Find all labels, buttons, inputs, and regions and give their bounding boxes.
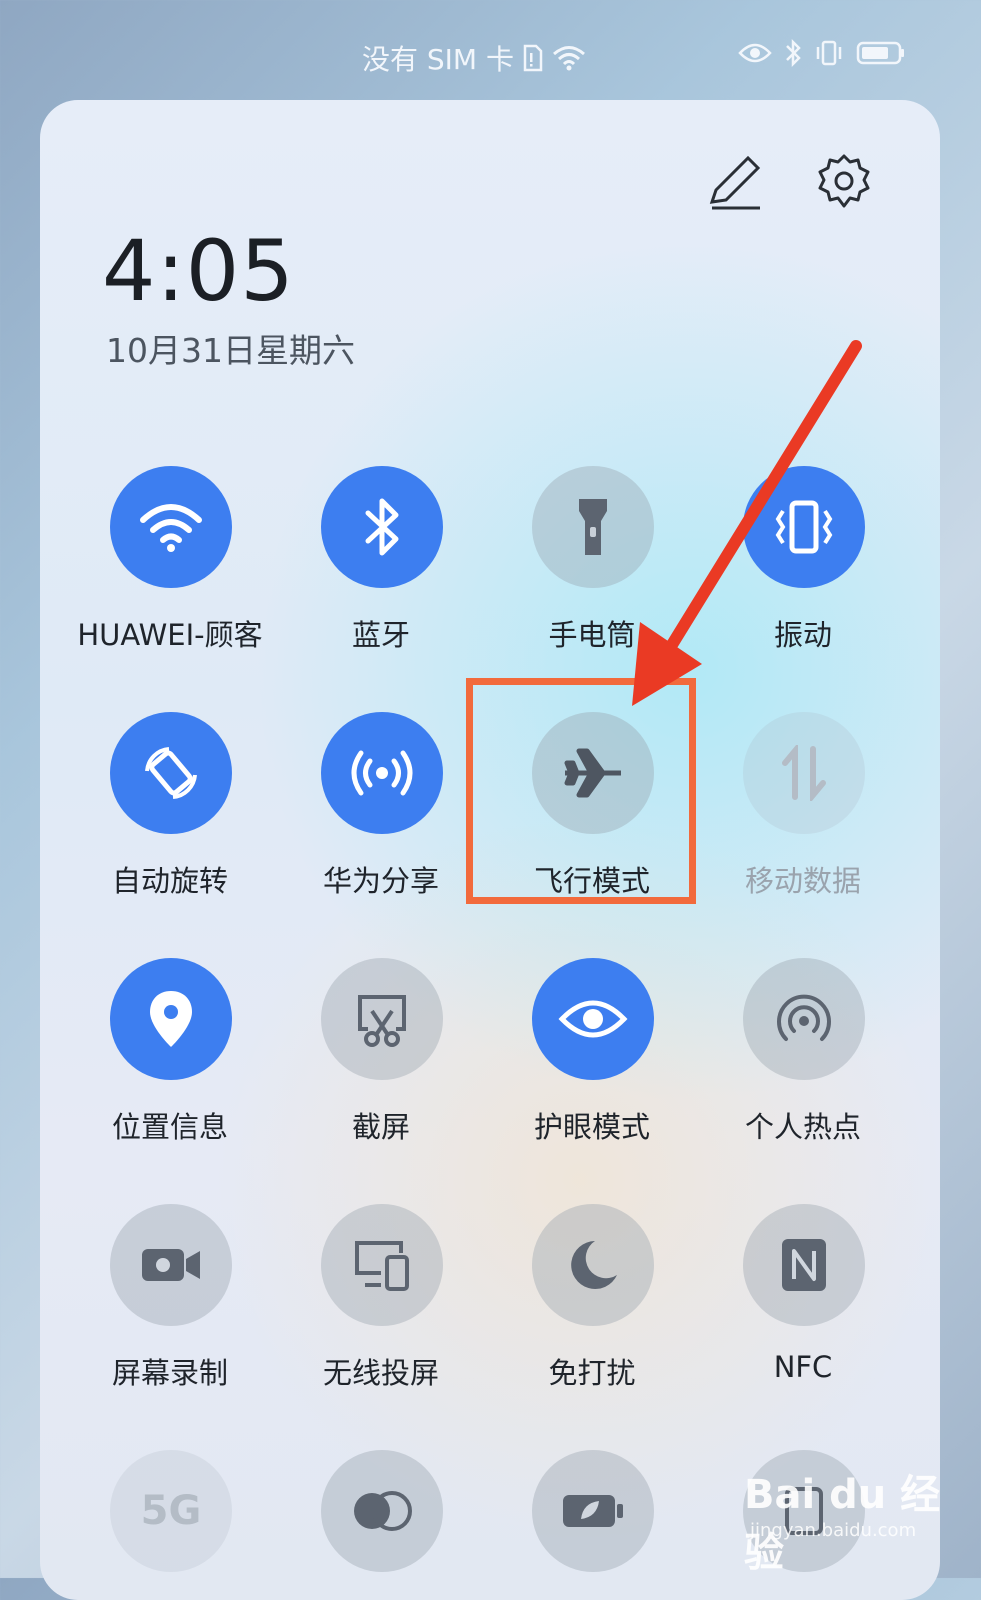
wifi-status-icon	[553, 46, 585, 71]
bluetooth-status-icon	[786, 38, 801, 68]
tile-location[interactable]: 位置信息	[50, 958, 290, 1158]
screen-record-icon	[142, 1249, 200, 1281]
tile-location-circle[interactable]	[110, 958, 232, 1080]
tile-eye-comfort-circle[interactable]	[532, 958, 654, 1080]
eye-comfort-icon	[558, 1000, 628, 1038]
tile-huawei-share-circle[interactable]	[321, 712, 443, 834]
tile-label: 屏幕录制	[111, 1356, 228, 1390]
status-carrier: 没有 SIM 卡	[362, 38, 586, 78]
tile-label: 无线投屏	[322, 1356, 439, 1390]
tile-wifi-circle[interactable]	[110, 466, 232, 588]
vibrate-status-icon	[816, 40, 842, 66]
tile-label: 移动数据	[744, 864, 861, 898]
tile-vibrate[interactable]: 振动	[683, 466, 923, 666]
flashlight-icon	[579, 499, 607, 555]
tile-label: 位置信息	[111, 1110, 228, 1144]
tile-label: 蓝牙	[351, 618, 410, 652]
baidu-watermark: Bai du 经验 jingyan.baidu.com	[744, 1462, 964, 1576]
clock-date: 10月31日星期六	[106, 331, 355, 370]
sim-icon	[523, 44, 543, 72]
tile-label: 截屏	[351, 1110, 410, 1144]
eye-status-icon	[738, 43, 772, 63]
clock-time: 4:05	[102, 222, 295, 320]
tile-flashlight[interactable]: 手电筒	[472, 466, 712, 666]
tile-do-not-disturb[interactable]: 免打扰	[472, 1204, 712, 1404]
tile-screenshot[interactable]: 截屏	[261, 958, 501, 1158]
watermark-url: jingyan.baidu.com	[750, 1520, 917, 1541]
tile-label: 华为分享	[322, 864, 439, 898]
status-right-icons	[738, 38, 906, 68]
power-saving-icon	[563, 1495, 623, 1527]
tile-huawei-share[interactable]: 华为分享	[261, 712, 501, 912]
tile-hotspot-circle[interactable]	[743, 958, 865, 1080]
settings-button[interactable]	[812, 150, 876, 214]
tile-mobile-data: 移动数据	[683, 712, 923, 912]
tile-auto-rotate-circle[interactable]	[110, 712, 232, 834]
tile-hotspot[interactable]: 个人热点	[683, 958, 923, 1158]
huawei-share-icon	[351, 750, 413, 796]
tile-label: 手电筒	[548, 618, 636, 652]
tile-5g-circle: 5G	[110, 1450, 232, 1572]
do-not-disturb-icon	[571, 1241, 617, 1289]
tile-eye-comfort[interactable]: 护眼模式	[472, 958, 712, 1158]
wifi-icon	[140, 504, 202, 552]
nfc-icon	[782, 1239, 826, 1291]
color-mode-icon	[354, 1491, 412, 1531]
carrier-text: 没有 SIM 卡	[362, 43, 514, 76]
tile-label: NFC	[773, 1350, 833, 1384]
edit-button[interactable]	[702, 150, 766, 214]
battery-status-icon	[856, 41, 904, 65]
tile-screenshot-circle[interactable]	[321, 958, 443, 1080]
tile-label: 自动旋转	[111, 864, 228, 898]
auto-rotate-icon	[145, 747, 197, 799]
tile-label: 个人热点	[744, 1110, 861, 1144]
wireless-projection-icon	[355, 1241, 409, 1291]
tile-label: 免打扰	[548, 1356, 636, 1390]
screenshot-icon	[358, 995, 406, 1047]
pencil-icon	[709, 155, 761, 210]
location-icon	[150, 991, 192, 1047]
status-bar: 没有 SIM 卡	[0, 0, 981, 100]
tile-wireless-projection[interactable]: 无线投屏	[261, 1204, 501, 1404]
5g-icon: 5G	[140, 1488, 202, 1534]
tile-bluetooth-circle[interactable]	[321, 466, 443, 588]
mobile-data-icon	[782, 745, 826, 801]
tile-mobile-data-circle	[743, 712, 865, 834]
hotspot-icon	[777, 994, 831, 1041]
tile-screen-record-circle[interactable]	[110, 1204, 232, 1326]
tile-wifi[interactable]: HUAWEI-顾客	[50, 466, 290, 666]
tile-auto-rotate[interactable]: 自动旋转	[50, 712, 290, 912]
tile-color-mode-circle[interactable]	[321, 1450, 443, 1572]
tile-bluetooth[interactable]: 蓝牙	[261, 466, 501, 666]
tile-flashlight-circle[interactable]	[532, 466, 654, 588]
tile-screen-record[interactable]: 屏幕录制	[50, 1204, 290, 1404]
tile-label: 振动	[773, 618, 832, 652]
vibrate-icon	[775, 500, 833, 554]
tile-nfc-circle[interactable]	[743, 1204, 865, 1326]
tile-do-not-disturb-circle[interactable]	[532, 1204, 654, 1326]
tile-wireless-projection-circle[interactable]	[321, 1204, 443, 1326]
tile-label: HUAWEI-顾客	[77, 618, 263, 652]
gear-icon	[818, 154, 870, 208]
tile-vibrate-circle[interactable]	[743, 466, 865, 588]
tile-label: 护眼模式	[533, 1110, 650, 1144]
airplane-highlight-box	[466, 678, 696, 904]
tile-nfc[interactable]: NFC	[683, 1204, 923, 1404]
bluetooth-icon	[365, 498, 399, 556]
tile-power-saving-circle[interactable]	[532, 1450, 654, 1572]
